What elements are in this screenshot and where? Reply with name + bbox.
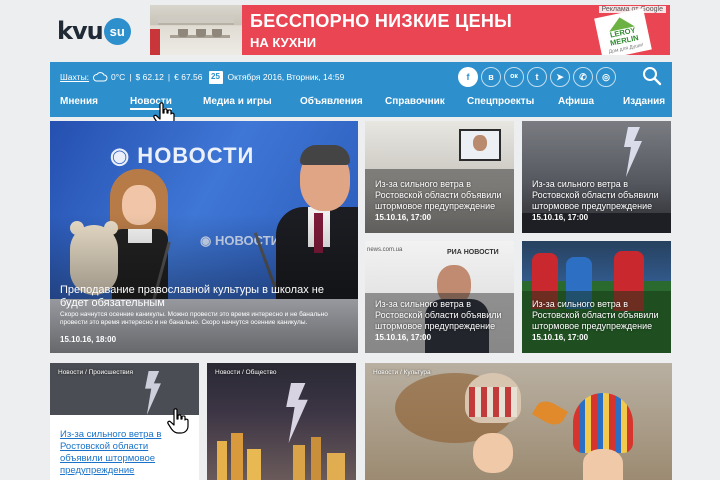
photo-element: news.com.ua xyxy=(367,247,403,253)
card-title[interactable]: Из-за сильного ветра в Ростовской област… xyxy=(532,179,662,212)
weather-temp: 0°C xyxy=(111,72,126,82)
card-date: 15.10.16, 17:00 xyxy=(532,213,589,222)
photo-element xyxy=(532,396,568,430)
nav-item-opinions[interactable]: Мнения xyxy=(60,96,98,107)
card-title[interactable]: Из-за сильного ветра в Ростовской област… xyxy=(375,179,505,212)
site-logo[interactable]: kvu su xyxy=(57,16,131,46)
city-link[interactable]: Шахты: xyxy=(60,72,89,82)
section-label[interactable]: Новости / Культура xyxy=(373,369,431,376)
logo-suffix: su xyxy=(103,17,131,45)
instagram-icon[interactable]: ◎ xyxy=(596,67,616,87)
divider: | xyxy=(167,72,171,82)
cloud-icon xyxy=(93,72,108,82)
photo-element xyxy=(327,453,345,480)
facebook-icon[interactable]: f xyxy=(458,67,478,87)
photo-element xyxy=(300,145,350,165)
card-title[interactable]: Из-за сильного ветра в Ростовской област… xyxy=(375,299,505,332)
site-header: Шахты: 0°C | $ 62.12 | € 67.56 25 Октябр… xyxy=(50,62,672,117)
photo-element xyxy=(247,449,261,480)
news-card-culture[interactable]: Новости / Культура xyxy=(365,363,672,480)
info-bar: Шахты: 0°C | $ 62.12 | € 67.56 25 Октябр… xyxy=(60,68,344,86)
nav-item-directory[interactable]: Справочник xyxy=(385,96,445,107)
current-date: Октября 2016, Вторник, 14:59 xyxy=(227,72,345,82)
eur-rate: € 67.56 xyxy=(174,72,203,82)
featured-article[interactable]: ◉ НОВОСТИ ◉ НОВОСТИ Преподавание правосл… xyxy=(50,121,358,353)
section-label[interactable]: Новости / Общество xyxy=(215,369,276,376)
main-nav: Мнения Новости Медиа и игры Объявления С… xyxy=(50,92,672,114)
news-card-society[interactable]: Новости / Общество xyxy=(207,363,356,480)
photo-element xyxy=(573,393,633,453)
nav-item-special-projects[interactable]: Спецпроекты xyxy=(467,96,534,107)
nav-item-events[interactable]: Афиша xyxy=(558,96,594,107)
ad-subline: НА КУХНИ xyxy=(250,35,317,50)
vkontakte-icon[interactable]: в xyxy=(481,67,501,87)
search-icon[interactable] xyxy=(642,66,662,86)
feature-title[interactable]: Преподавание православной культуры в шко… xyxy=(60,284,350,310)
social-links: f в ок t ➤ ✆ ◎ xyxy=(458,67,616,87)
card-date: 15.10.16, 17:00 xyxy=(375,213,432,222)
nav-item-classifieds[interactable]: Объявления xyxy=(300,96,363,107)
feature-lead: Скоро начнутся осенние каникулы. Можно п… xyxy=(60,311,328,326)
card-title-link[interactable]: Из-за сильного ветра в Ростовской област… xyxy=(60,429,190,477)
photo-backdrop: ◉ НОВОСТИ xyxy=(110,143,255,168)
usd-rate: $ 62.12 xyxy=(135,72,164,82)
photo-element xyxy=(473,135,487,151)
feature-date: 15.10.16, 18:00 xyxy=(60,335,117,344)
ad-headline: БЕССПОРНО НИЗКИЕ ЦЕНЫ xyxy=(250,11,513,31)
divider: | xyxy=(129,72,132,82)
nav-item-media-games[interactable]: Медиа и игры xyxy=(203,96,272,107)
news-card-incidents[interactable]: Новости / Происшествия Из-за сильного ве… xyxy=(50,363,199,480)
odnoklassniki-icon[interactable]: ок xyxy=(504,67,524,87)
section-label[interactable]: Новости / Происшествия xyxy=(58,369,133,376)
lightning-icon xyxy=(286,383,308,443)
nav-item-publications[interactable]: Издания xyxy=(623,96,665,107)
news-card[interactable]: Из-за сильного ветра в Ростовской област… xyxy=(522,241,671,353)
nav-item-news[interactable]: Новости xyxy=(130,96,172,110)
photo-element xyxy=(469,387,517,417)
news-card[interactable]: Из-за сильного ветра в Ростовской област… xyxy=(365,121,514,233)
ad-kitchen-image xyxy=(150,5,242,55)
twitter-icon[interactable]: t xyxy=(527,67,547,87)
card-title[interactable]: Из-за сильного ветра в Ростовской област… xyxy=(532,299,662,332)
news-card[interactable]: news.com.ua РИА НОВОСТИ Из-за сильного в… xyxy=(365,241,514,353)
whatsapp-icon[interactable]: ✆ xyxy=(573,67,593,87)
lightning-icon xyxy=(145,371,161,415)
photo-element xyxy=(217,441,227,480)
logo-text: kvu xyxy=(57,17,104,45)
calendar-icon: 25 xyxy=(208,70,223,84)
card-date: 15.10.16, 17:00 xyxy=(532,333,589,342)
ad-banner[interactable]: БЕССПОРНО НИЗКИЕ ЦЕНЫ НА КУХНИ Реклама о… xyxy=(150,5,670,55)
photo-element xyxy=(231,433,243,480)
photo-element xyxy=(311,437,321,480)
photo-element xyxy=(583,449,623,480)
photo-element xyxy=(293,445,305,480)
card-date: 15.10.16, 17:00 xyxy=(375,333,432,342)
news-card[interactable]: Из-за сильного ветра в Ростовской област… xyxy=(522,121,671,233)
photo-element xyxy=(473,433,513,473)
telegram-icon[interactable]: ➤ xyxy=(550,67,570,87)
lightning-icon xyxy=(624,127,642,177)
